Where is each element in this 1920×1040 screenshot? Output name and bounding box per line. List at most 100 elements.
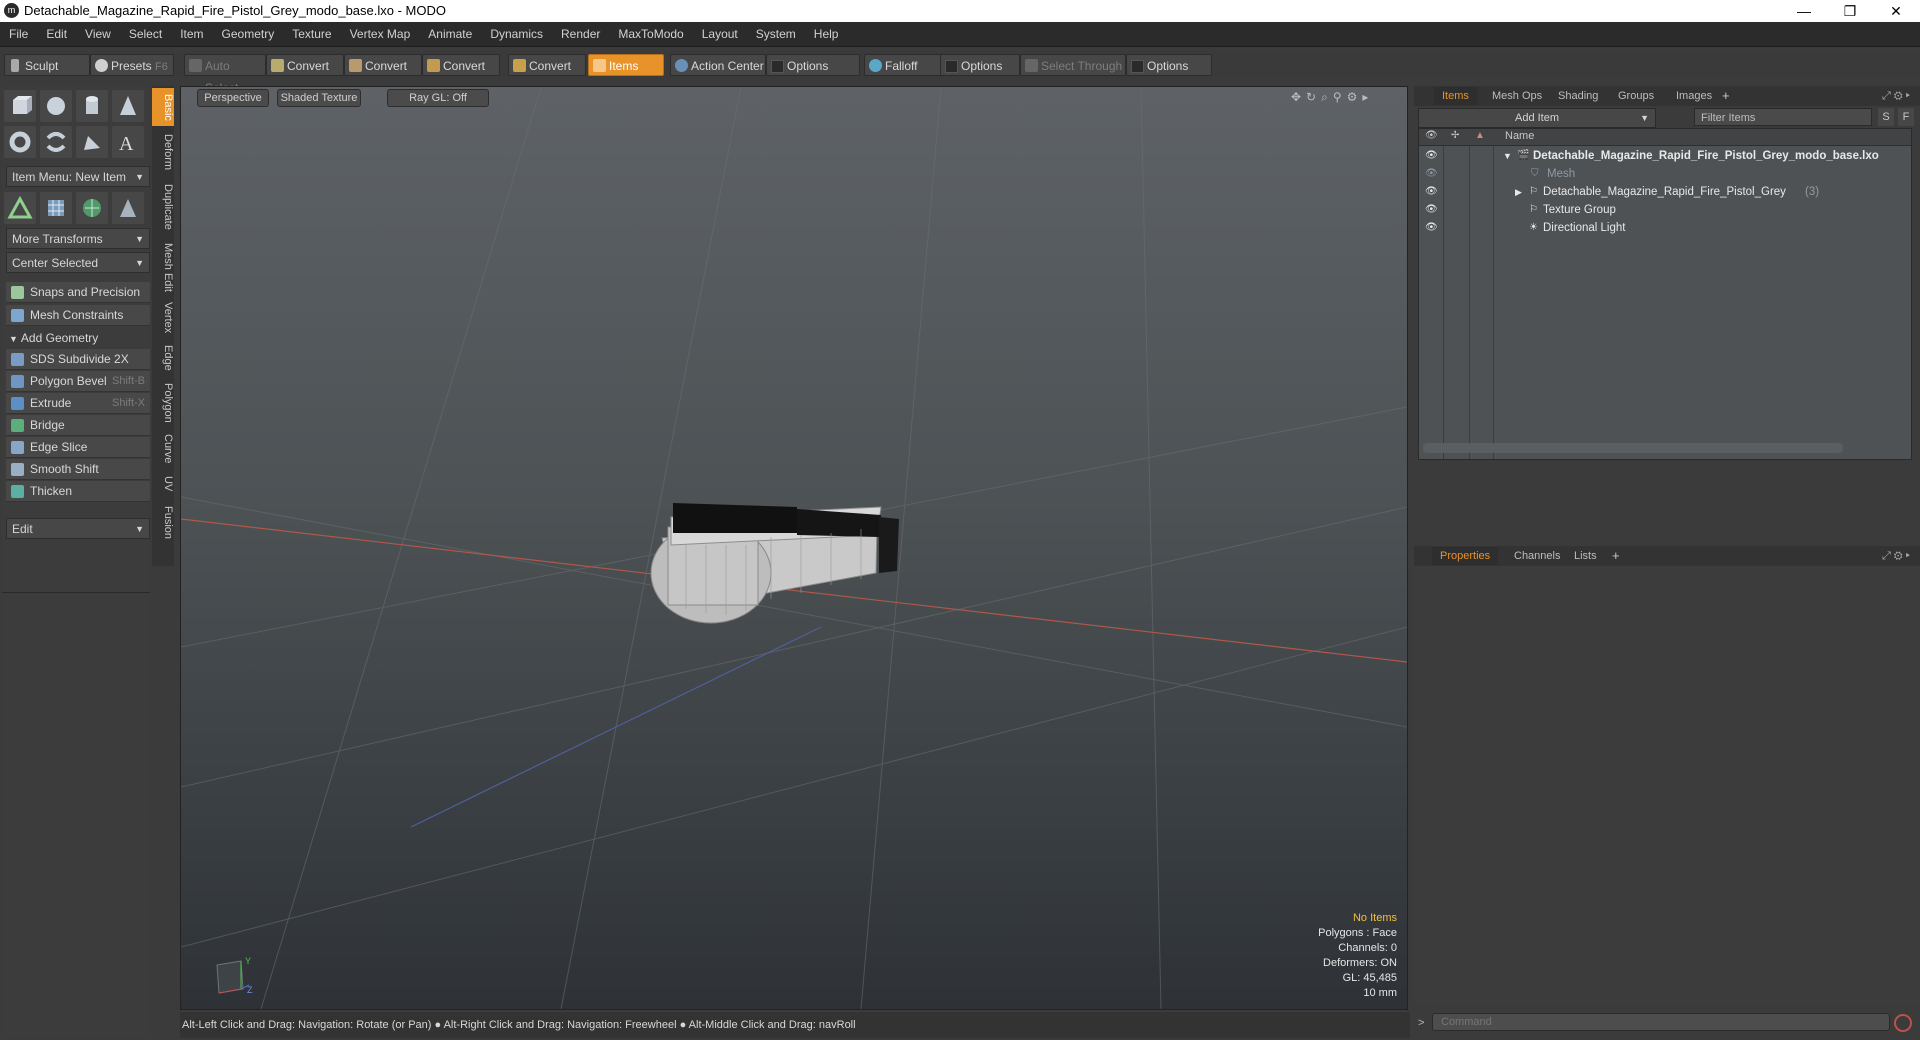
- menu-select[interactable]: Select: [120, 22, 171, 46]
- command-input[interactable]: [1432, 1013, 1890, 1031]
- tree-row-directional-light[interactable]: 👁 ☀ Directional Light: [1419, 219, 1909, 237]
- item-menu-dropdown[interactable]: Item Menu: New Item ▼: [6, 166, 150, 187]
- convert-button-1[interactable]: Convert: [266, 54, 344, 76]
- edge-slice-button[interactable]: Edge Slice: [6, 437, 150, 458]
- filter-f-button[interactable]: F: [1898, 108, 1914, 126]
- action-center-options-button[interactable]: Options: [766, 54, 860, 76]
- tree-row-mesh[interactable]: 👁 ⛉ Mesh: [1419, 165, 1909, 183]
- tab-items[interactable]: Items: [1434, 87, 1477, 105]
- options-checkbox[interactable]: [1131, 60, 1144, 73]
- add-tab-icon[interactable]: +: [1722, 87, 1730, 105]
- panel-options-icon[interactable]: ⤢ ⚙ ▸: [1882, 547, 1910, 565]
- add-item-dropdown[interactable]: Add Item ▼: [1418, 108, 1656, 128]
- tab-shading[interactable]: Shading: [1550, 87, 1606, 105]
- column-name[interactable]: Name: [1505, 130, 1534, 142]
- convert-button-4[interactable]: Convert: [508, 54, 586, 76]
- sphere-icon[interactable]: [40, 90, 72, 122]
- capsule-icon[interactable]: [40, 126, 72, 158]
- eye-icon[interactable]: 👁: [1425, 219, 1438, 237]
- cylinder-icon[interactable]: [76, 90, 108, 122]
- add-tab-icon[interactable]: +: [1612, 547, 1620, 565]
- menu-maxtomodo[interactable]: MaxToModo: [609, 22, 692, 46]
- eye-icon[interactable]: 👁: [1425, 165, 1438, 183]
- tree-row-scene[interactable]: 👁 ▼ 🎬 Detachable_Magazine_Rapid_Fire_Pis…: [1419, 147, 1909, 165]
- cube-icon[interactable]: [4, 90, 36, 122]
- falloff-options-button[interactable]: Options: [940, 54, 1020, 76]
- extrude-button[interactable]: Extrude Shift-X: [6, 393, 150, 414]
- tab-basic[interactable]: Basic: [152, 88, 174, 126]
- tab-fusion[interactable]: Fusion: [152, 500, 174, 546]
- menu-render[interactable]: Render: [552, 22, 609, 46]
- options-checkbox[interactable]: [771, 60, 784, 73]
- convert-button-3[interactable]: Convert: [422, 54, 500, 76]
- chevron-right-icon[interactable]: ▶: [1515, 183, 1522, 201]
- text-icon[interactable]: A: [112, 126, 144, 158]
- tree-row-texture-group[interactable]: 👁 ⚐ Texture Group: [1419, 201, 1909, 219]
- menu-animate[interactable]: Animate: [419, 22, 481, 46]
- options-checkbox[interactable]: [945, 60, 958, 73]
- sds-subdivide-button[interactable]: SDS Subdivide 2X: [6, 349, 150, 370]
- smooth-shift-button[interactable]: Smooth Shift: [6, 459, 150, 480]
- eye-icon[interactable]: 👁: [1425, 147, 1438, 165]
- record-icon[interactable]: [1894, 1014, 1912, 1032]
- transform-icon[interactable]: [4, 192, 36, 224]
- menu-item[interactable]: Item: [171, 22, 212, 46]
- tab-properties[interactable]: Properties: [1432, 547, 1499, 565]
- filter-items-input[interactable]: Filter Items: [1694, 108, 1872, 126]
- bridge-button[interactable]: Bridge: [6, 415, 150, 436]
- convert-button-2[interactable]: Convert: [344, 54, 422, 76]
- tab-lists[interactable]: Lists: [1566, 547, 1605, 565]
- panel-options-icon[interactable]: ⤢ ⚙ ▸: [1882, 87, 1910, 105]
- menu-help[interactable]: Help: [805, 22, 848, 46]
- tab-edge[interactable]: Edge: [152, 340, 174, 376]
- add-geometry-header[interactable]: ▼ Add Geometry: [6, 329, 150, 347]
- more-transforms-dropdown[interactable]: More Transforms ▼: [6, 228, 150, 249]
- menu-system[interactable]: System: [747, 22, 805, 46]
- menu-geometry[interactable]: Geometry: [213, 22, 284, 46]
- tab-uv[interactable]: UV: [152, 470, 174, 498]
- tab-mesh-ops[interactable]: Mesh Ops: [1484, 87, 1550, 105]
- lock-icon[interactable]: ✢: [1451, 130, 1459, 141]
- cone-icon[interactable]: [112, 90, 144, 122]
- action-center-button[interactable]: Action Center: [670, 54, 766, 76]
- tab-duplicate[interactable]: Duplicate: [152, 178, 174, 236]
- tab-channels[interactable]: Channels: [1506, 547, 1568, 565]
- globe-icon[interactable]: [76, 192, 108, 224]
- tab-curve[interactable]: Curve: [152, 430, 174, 468]
- snaps-and-precision-button[interactable]: Snaps and Precision: [6, 282, 150, 303]
- torus-icon[interactable]: [4, 126, 36, 158]
- restore-icon[interactable]: ❐: [1827, 0, 1873, 22]
- tab-deform[interactable]: Deform: [152, 128, 174, 176]
- 3d-viewport[interactable]: Perspective Shaded Texture Ray GL: Off ✥…: [180, 86, 1408, 1010]
- thicken-button[interactable]: Thicken: [6, 481, 150, 502]
- menu-dynamics[interactable]: Dynamics: [481, 22, 552, 46]
- tab-images[interactable]: Images: [1668, 87, 1720, 105]
- menu-view[interactable]: View: [76, 22, 120, 46]
- select-through-button[interactable]: Select Through: [1020, 54, 1126, 76]
- type-icon[interactable]: ▲: [1475, 130, 1485, 141]
- auto-select-button[interactable]: Auto Select: [184, 54, 266, 95]
- filter-s-button[interactable]: S: [1878, 108, 1894, 126]
- items-mode-button[interactable]: Items: [588, 54, 664, 76]
- menu-edit[interactable]: Edit: [37, 22, 76, 46]
- pen-icon[interactable]: [76, 126, 108, 158]
- eye-icon[interactable]: 👁: [1425, 130, 1438, 141]
- tab-groups[interactable]: Groups: [1610, 87, 1662, 105]
- sculpt-button[interactable]: Sculpt: [4, 54, 90, 76]
- polygon-bevel-button[interactable]: Polygon Bevel Shift-B: [6, 371, 150, 392]
- menu-texture[interactable]: Texture: [283, 22, 340, 46]
- minimize-icon[interactable]: —: [1781, 0, 1827, 22]
- chevron-down-icon[interactable]: ▼: [1503, 147, 1512, 165]
- tree-row-group[interactable]: 👁 ▶ ⚐ Detachable_Magazine_Rapid_Fire_Pis…: [1419, 183, 1909, 201]
- grid-icon[interactable]: [40, 192, 72, 224]
- close-icon[interactable]: ✕: [1873, 0, 1919, 22]
- tab-mesh-edit[interactable]: Mesh Edit: [152, 238, 174, 296]
- menu-file[interactable]: File: [0, 22, 37, 46]
- edit-dropdown[interactable]: Edit ▼: [6, 518, 150, 539]
- horizontal-scrollbar[interactable]: [1423, 443, 1843, 453]
- pyramid-icon[interactable]: [112, 192, 144, 224]
- select-through-options-button[interactable]: Options: [1126, 54, 1212, 76]
- falloff-button[interactable]: Falloff: [864, 54, 944, 76]
- magazine-model[interactable]: [650, 503, 899, 624]
- tab-vertex[interactable]: Vertex: [152, 298, 174, 338]
